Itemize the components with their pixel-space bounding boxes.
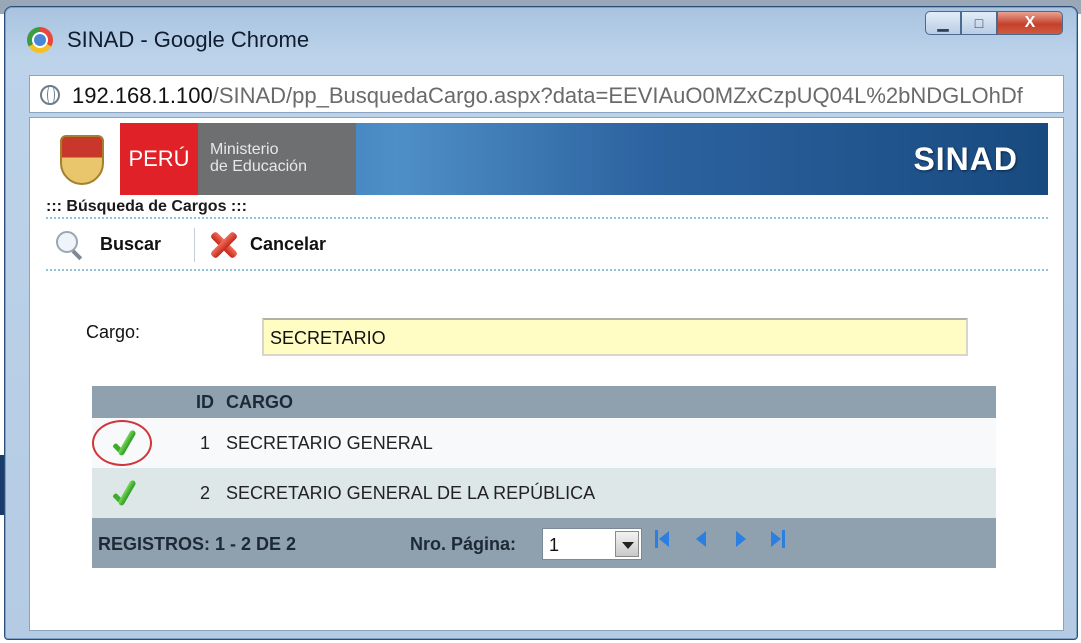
close-button[interactable]: X [997, 11, 1063, 35]
url-host: 192.168.1.100 [72, 83, 213, 108]
search-button[interactable]: Buscar [54, 222, 161, 266]
globe-icon [40, 85, 60, 105]
check-icon[interactable] [110, 478, 140, 508]
row-id: 1 [199, 432, 210, 453]
cargo-label: Cargo: [86, 322, 141, 342]
peru-logo: PERÚ [120, 123, 198, 195]
ministerio-logo: Ministerio de Educación [198, 123, 356, 195]
popup-window: SINAD - Google Chrome ▁ □ X 192.168.1.10… [4, 6, 1078, 640]
row-cargo: SECRETARIO GENERAL [226, 432, 433, 453]
window-controls: ▁ □ X [925, 11, 1063, 35]
first-page-icon[interactable] [654, 528, 676, 550]
magnify-icon [54, 229, 84, 259]
grid-header: ID CARGO [92, 386, 996, 418]
toolbar-separator [194, 228, 195, 262]
prev-page-icon[interactable] [692, 528, 714, 550]
row-id: 2 [199, 482, 210, 503]
grid-pager: REGISTROS: 1 - 2 DE 2 Nro. Página: 1 [92, 518, 996, 568]
last-page-icon[interactable] [768, 528, 790, 550]
page-number-label: Nro. Página: [410, 534, 517, 554]
coat-of-arms-logo [46, 123, 120, 195]
toolbar: Buscar Cancelar [46, 222, 1048, 266]
row-cargo: SECRETARIO GENERAL DE LA REPÚBLICA [226, 482, 596, 503]
url-text[interactable]: 192.168.1.100/SINAD/pp_BusquedaCargo.asp… [72, 83, 1057, 109]
table-row[interactable]: 1 SECRETARIO GENERAL [92, 418, 996, 468]
title-bar[interactable]: SINAD - Google Chrome ▁ □ X [5, 7, 1077, 63]
chrome-icon [27, 27, 53, 53]
address-bar[interactable]: 192.168.1.100/SINAD/pp_BusquedaCargo.asp… [29, 75, 1064, 113]
divider [46, 217, 1048, 219]
ministerio-line1: Ministerio [210, 141, 279, 158]
search-button-label: Buscar [100, 233, 162, 254]
url-path: /SINAD/pp_BusquedaCargo.aspx?data=EEVIAu… [212, 83, 1023, 108]
x-icon [206, 228, 240, 260]
shield-icon [60, 135, 104, 185]
cancel-button[interactable]: Cancelar [206, 222, 326, 266]
page-title: ::: Búsqueda de Cargos ::: [46, 198, 247, 215]
select-cell [92, 418, 174, 468]
page-content: PERÚ Ministerio de Educación SINAD ::: B… [29, 117, 1064, 631]
minimize-button[interactable]: ▁ [925, 11, 961, 35]
divider [46, 269, 1048, 271]
cargo-input[interactable]: SECRETARIO [262, 318, 968, 356]
cancel-button-label: Cancelar [250, 233, 327, 254]
results-grid: ID CARGO 1 SECRETARIO GENERAL 2 SECRETAR… [92, 386, 996, 568]
ministerio-line2: de Educación [210, 158, 307, 175]
chevron-down-icon[interactable] [615, 531, 639, 557]
check-icon[interactable] [110, 428, 140, 458]
select-cell [92, 468, 174, 518]
table-row[interactable]: 2 SECRETARIO GENERAL DE LA REPÚBLICA [92, 468, 996, 518]
header-id: ID [196, 391, 214, 412]
sinad-logo: SINAD [913, 141, 1018, 177]
window-title: SINAD - Google Chrome [67, 27, 310, 52]
maximize-button[interactable]: □ [961, 11, 997, 35]
records-count: REGISTROS: 1 - 2 DE 2 [98, 534, 297, 554]
page-number-value: 1 [549, 535, 560, 555]
header-banner: PERÚ Ministerio de Educación SINAD [46, 123, 1048, 195]
page-number-select[interactable]: 1 [542, 528, 642, 560]
header-cargo: CARGO [226, 391, 293, 412]
next-page-icon[interactable] [730, 528, 752, 550]
